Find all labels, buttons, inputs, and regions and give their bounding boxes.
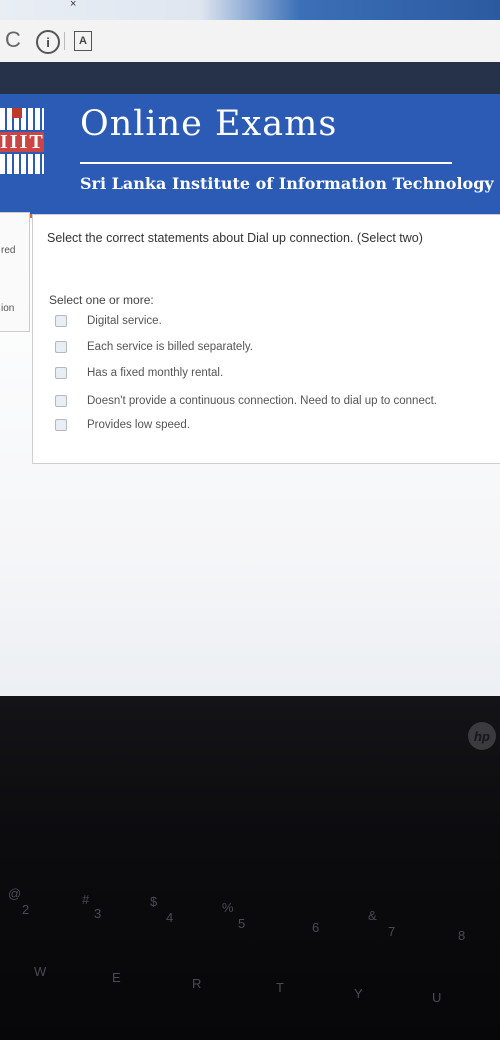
browser-toolbar: C i A [0, 20, 500, 63]
keyboard-key: $ [150, 894, 158, 909]
hp-logo: hp [468, 722, 496, 750]
logo-text: IIIT [0, 131, 45, 153]
answer-label: Provides low speed. [87, 419, 190, 431]
keyboard-key: % [222, 900, 234, 915]
keyboard-key: Y [354, 986, 363, 1001]
question-info-panel: red ion [0, 212, 30, 332]
keyboard-key: T [276, 980, 284, 995]
logo-bottom-band [0, 154, 44, 174]
keyboard-key: & [368, 908, 377, 923]
keyboard-key: 2 [22, 902, 30, 917]
answer-checkbox[interactable] [55, 315, 67, 327]
tab-close-button[interactable]: × [70, 0, 76, 10]
logo-flag [12, 108, 22, 118]
keyboard-key: U [432, 990, 442, 1005]
keyboard-key: R [192, 976, 202, 991]
reload-icon[interactable]: C [2, 27, 24, 52]
question-text: Select the correct statements about Dial… [47, 231, 423, 245]
site-info-icon[interactable]: i [36, 30, 60, 54]
answer-option[interactable]: Digital service. [55, 315, 162, 327]
toolbar-divider [64, 32, 65, 50]
laptop-bezel [0, 696, 500, 1040]
select-prompt: Select one or more: [49, 293, 154, 307]
answer-option[interactable]: Provides low speed. [55, 419, 190, 431]
question-box: Select the correct statements about Dial… [32, 214, 500, 464]
title-divider [80, 162, 452, 164]
sliit-logo: IIIT [0, 108, 44, 174]
keyboard-key: 6 [312, 920, 320, 935]
answer-option[interactable]: Has a fixed monthly rental. [55, 367, 223, 379]
answer-option[interactable]: Each service is billed separately. [55, 341, 253, 353]
keyboard-key: 8 [458, 928, 466, 943]
keyboard-key: 5 [238, 916, 246, 931]
keyboard-key: 3 [94, 906, 102, 921]
keyboard-key: E [112, 970, 121, 985]
keyboard-key: # [82, 892, 90, 907]
answer-label: Has a fixed monthly rental. [87, 367, 224, 379]
site-subtitle: Sri Lanka Institute of Information Techn… [80, 174, 494, 193]
answer-option[interactable]: Doesn't provide a continuous connection.… [55, 395, 437, 407]
site-title: Online Exams [80, 104, 338, 144]
keyboard-key: 4 [166, 910, 174, 925]
flag-question-link[interactable]: ion [1, 303, 14, 314]
keyboard-key: 7 [388, 924, 396, 939]
question-status-text: red [1, 245, 16, 256]
keyboard-key: W [34, 964, 47, 979]
photo-stage: × C i A IIIT Online Exams Sri Lanka Inst… [0, 0, 500, 1040]
answer-checkbox[interactable] [55, 341, 67, 353]
site-header: IIIT Online Exams Sri Lanka Institute of… [0, 94, 500, 218]
browser-tab-bar: × [0, 0, 500, 22]
answer-checkbox[interactable] [55, 395, 67, 407]
keyboard-key: @ [8, 886, 22, 901]
answer-checkbox[interactable] [55, 419, 67, 431]
answer-label: Doesn't provide a continuous connection.… [87, 395, 437, 407]
answer-label: Each service is billed separately. [87, 341, 253, 353]
logo-top-band [0, 108, 44, 130]
answer-checkbox[interactable] [55, 367, 67, 379]
answer-label: Digital service. [87, 315, 162, 327]
page-icon[interactable]: A [74, 31, 92, 51]
address-area [0, 62, 500, 94]
main-content: red ion Select the correct statements ab… [0, 212, 500, 696]
